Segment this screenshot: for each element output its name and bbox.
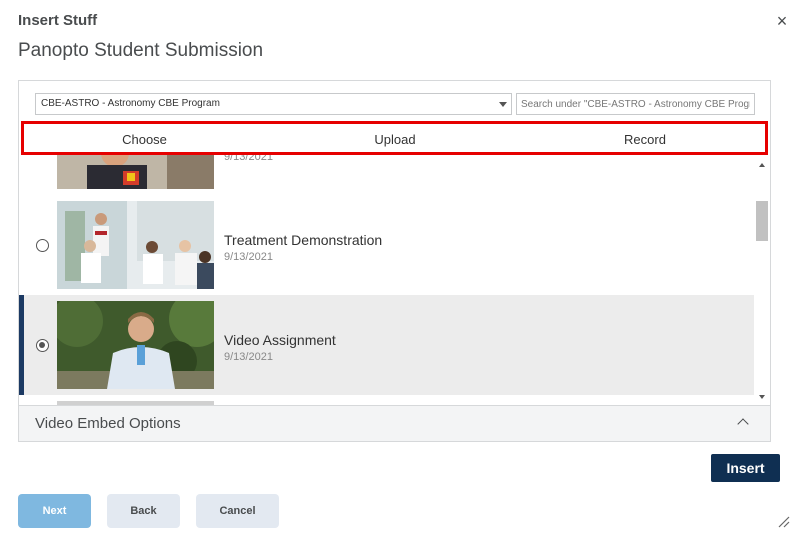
page-title: Panopto Student Submission <box>18 40 264 61</box>
list-item[interactable]: Video Assignment 9/13/2021 <box>19 295 754 395</box>
chevron-down-icon <box>499 102 507 107</box>
panopto-frame: CBE-ASTRO - Astronomy CBE Program 9/13/2… <box>18 80 771 442</box>
list-item[interactable]: Treatment Demonstration 9/13/2021 <box>19 195 754 295</box>
session-thumbnail <box>57 155 214 189</box>
dialog-title: Insert Stuff <box>18 12 98 29</box>
list-item[interactable] <box>19 395 754 405</box>
session-title: Video Assignment <box>224 332 336 348</box>
tab-choose[interactable]: Choose <box>19 121 270 155</box>
scrollbar-thumb[interactable] <box>756 201 768 241</box>
search-input[interactable] <box>516 93 755 115</box>
cancel-button[interactable]: Cancel <box>196 494 279 528</box>
session-list-scrollbar[interactable] <box>754 155 770 405</box>
scroll-down-icon[interactable] <box>759 395 765 399</box>
insert-button[interactable]: Insert <box>711 454 780 482</box>
scroll-up-icon[interactable] <box>759 163 765 167</box>
session-radio[interactable] <box>36 239 49 252</box>
next-button[interactable]: Next <box>18 494 91 528</box>
session-thumbnail <box>57 201 214 289</box>
tab-bar: Choose Upload Record <box>19 121 770 155</box>
folder-select[interactable]: CBE-ASTRO - Astronomy CBE Program <box>35 93 512 115</box>
folder-select-value: CBE-ASTRO - Astronomy CBE Program <box>41 98 220 109</box>
session-title: Treatment Demonstration <box>224 232 383 248</box>
tab-upload[interactable]: Upload <box>270 121 520 155</box>
chevron-up-icon[interactable] <box>737 418 749 430</box>
session-thumbnail <box>57 301 214 389</box>
selection-indicator <box>19 295 24 395</box>
resize-grip-icon[interactable] <box>776 514 790 528</box>
video-embed-options[interactable]: Video Embed Options <box>19 405 770 441</box>
list-item[interactable]: 9/13/2021 <box>19 155 754 195</box>
embed-options-label: Video Embed Options <box>35 415 181 432</box>
session-date: 9/13/2021 <box>224 251 273 263</box>
session-radio[interactable] <box>36 339 49 352</box>
session-date: 9/13/2021 <box>224 155 273 163</box>
session-list: 9/13/2021 Treatment Demonstration 9/13/2… <box>19 155 754 405</box>
close-icon[interactable]: × <box>773 12 791 30</box>
session-date: 9/13/2021 <box>224 351 273 363</box>
back-button[interactable]: Back <box>107 494 180 528</box>
tab-record[interactable]: Record <box>520 121 770 155</box>
